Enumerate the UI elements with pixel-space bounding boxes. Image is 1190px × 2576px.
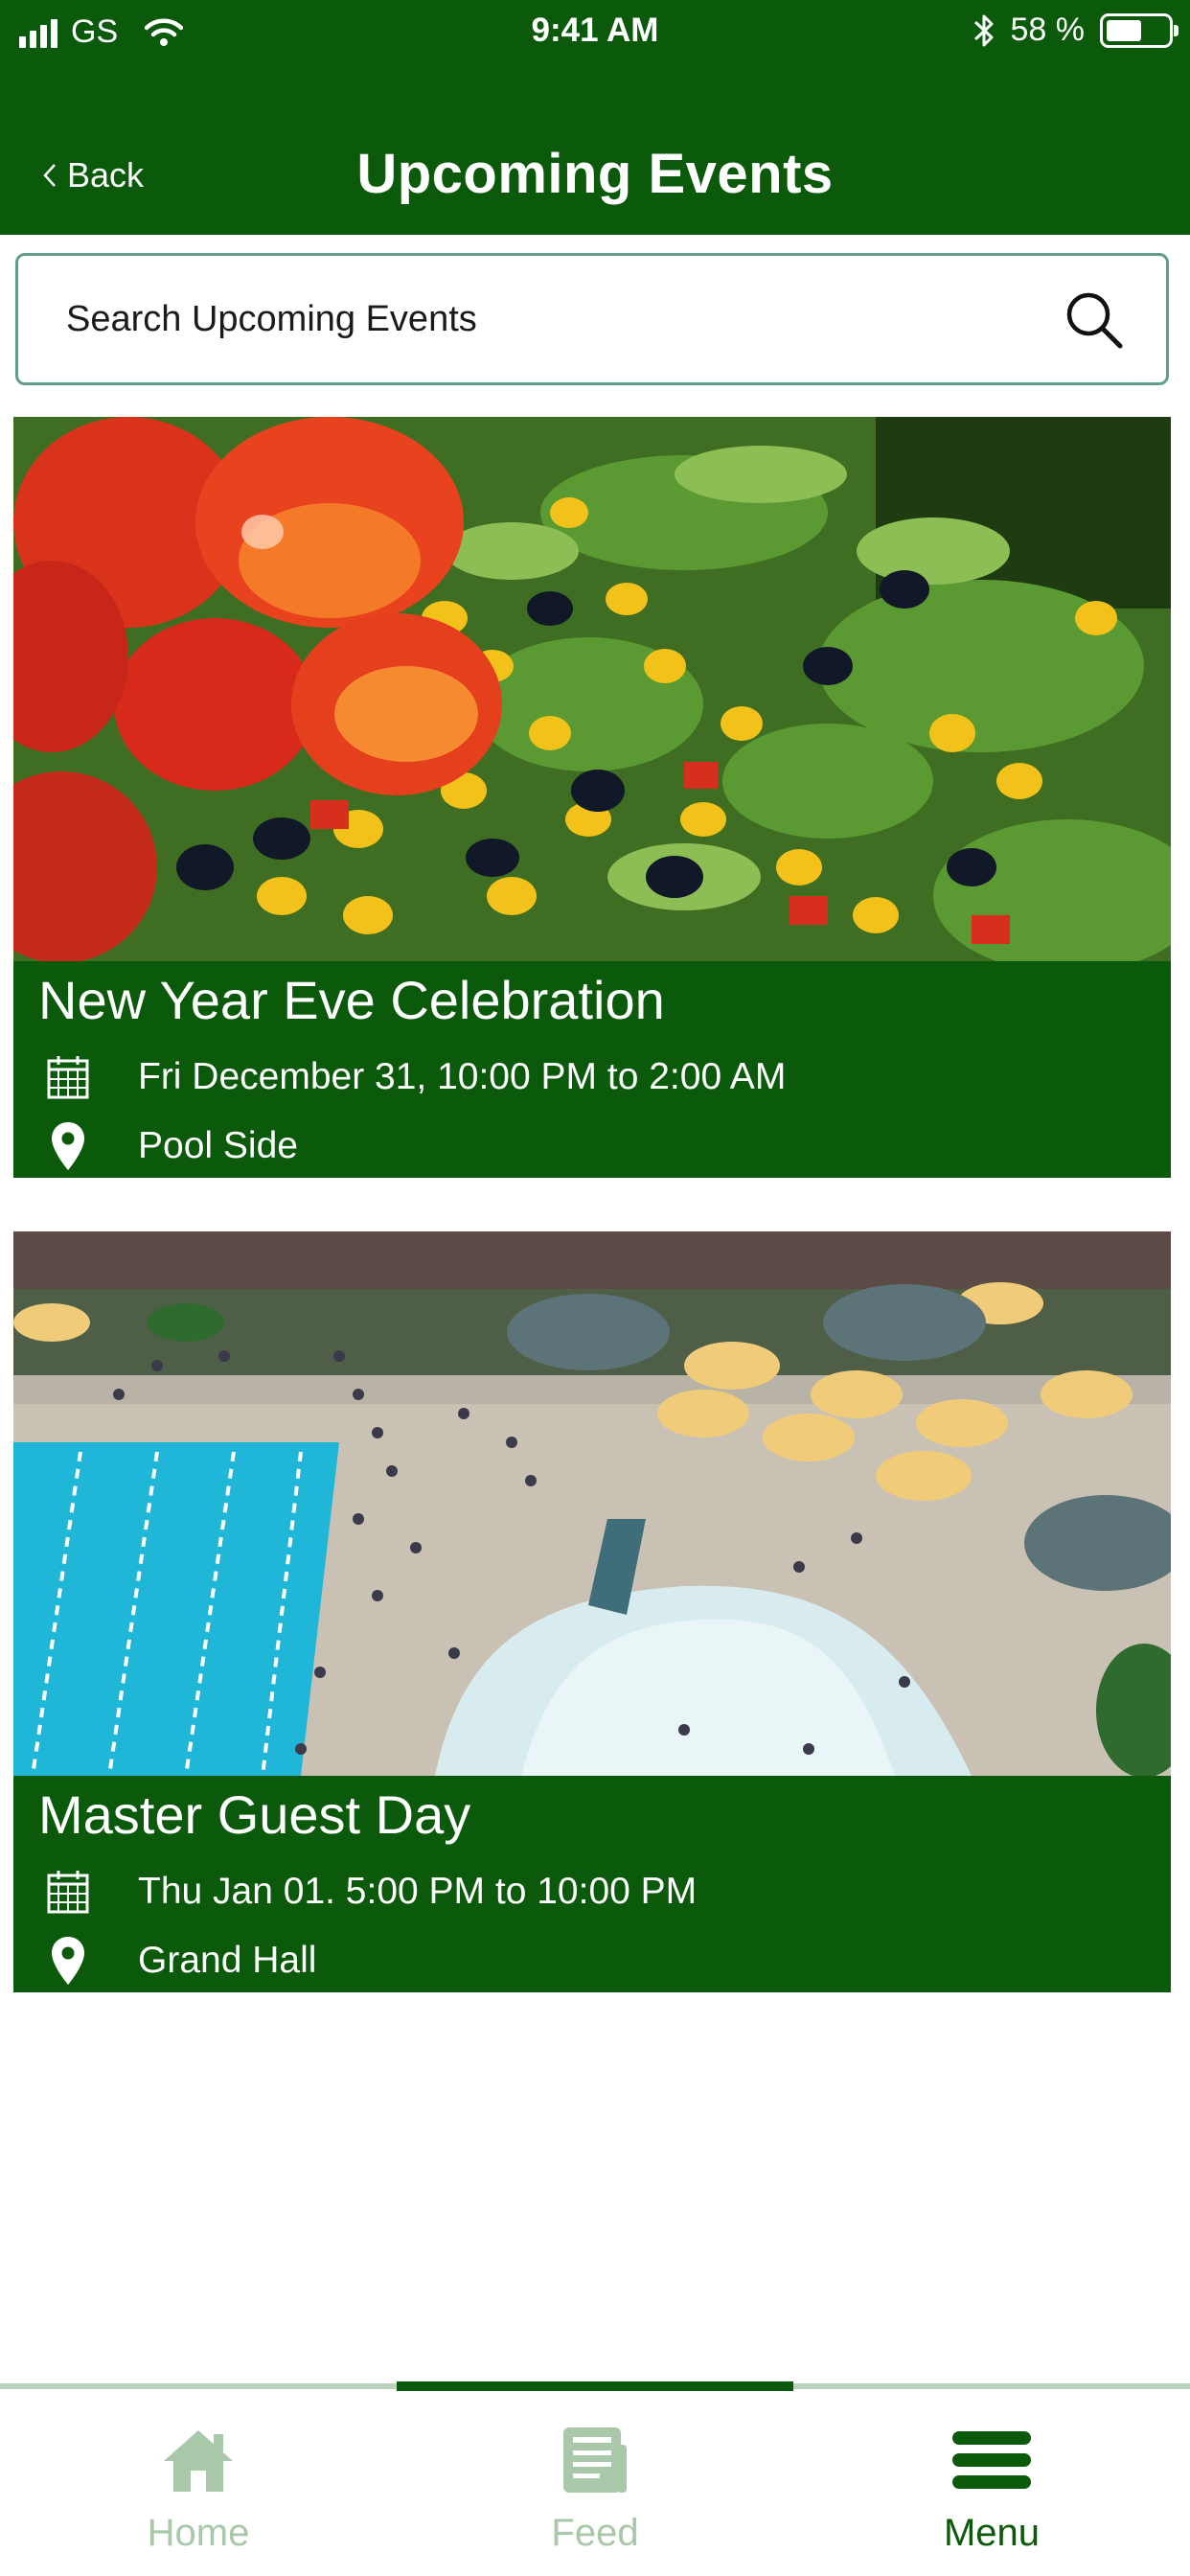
home-icon [164, 2430, 233, 2492]
battery-percent: 58 % [1010, 12, 1086, 48]
event-title: Master Guest Day [38, 1784, 471, 1845]
tab-active-indicator [397, 2381, 793, 2391]
event-location-row: Grand Hall [36, 1935, 316, 1987]
tab-home-label: Home [147, 2512, 250, 2554]
status-bar: GS 9:41 AM 58 % [0, 0, 1190, 67]
event-location-row: Pool Side [36, 1120, 298, 1172]
bluetooth-icon [973, 14, 993, 46]
event-date-row: Fri December 31, 10:00 PM to 2:00 AM [36, 1055, 786, 1099]
event-date: Fri December 31, 10:00 PM to 2:00 AM [138, 1056, 787, 1097]
event-card[interactable]: Master Guest Day Thu Jan 01. 5:00 PM to … [13, 1231, 1171, 1992]
tab-home[interactable]: Home [0, 2422, 397, 2555]
upcoming-events-screen: GS 9:41 AM 58 % Back Upcoming Events Sea… [0, 0, 1190, 2576]
event-location: Grand Hall [138, 1940, 317, 1981]
tab-feed-label: Feed [551, 2512, 639, 2554]
tab-bar: Home Feed Menu [0, 2381, 1190, 2576]
search-icon[interactable] [1064, 290, 1126, 352]
menu-icon [952, 2431, 1031, 2489]
event-image-pool [13, 1231, 1171, 1776]
event-info: Master Guest Day Thu Jan 01. 5:00 PM to … [13, 1776, 1171, 1992]
location-pin-icon [52, 1122, 84, 1170]
navigation-bar: Back Upcoming Events [0, 67, 1190, 235]
tab-feed[interactable]: Feed [397, 2422, 793, 2555]
event-card[interactable]: New Year Eve Celebration Fri December 31… [13, 417, 1171, 1178]
status-right: 58 % [973, 12, 1179, 49]
news-feed-icon [563, 2427, 627, 2493]
event-info: New Year Eve Celebration Fri December 31… [13, 961, 1171, 1178]
calendar-icon [47, 1056, 89, 1099]
search-bar [15, 253, 1169, 385]
event-date: Thu Jan 01. 5:00 PM to 10:00 PM [138, 1871, 698, 1912]
tab-menu[interactable]: Menu [793, 2422, 1190, 2555]
event-title: New Year Eve Celebration [38, 970, 665, 1030]
location-pin-icon [52, 1937, 84, 1985]
battery-icon [1100, 12, 1179, 48]
event-location: Pool Side [138, 1125, 298, 1166]
event-image-salad [13, 417, 1171, 961]
page-title: Upcoming Events [356, 143, 834, 205]
event-date-row: Thu Jan 01. 5:00 PM to 10:00 PM [36, 1870, 697, 1914]
tab-menu-label: Menu [943, 2512, 1041, 2554]
calendar-icon [47, 1871, 89, 1914]
search-input[interactable] [66, 256, 1024, 382]
